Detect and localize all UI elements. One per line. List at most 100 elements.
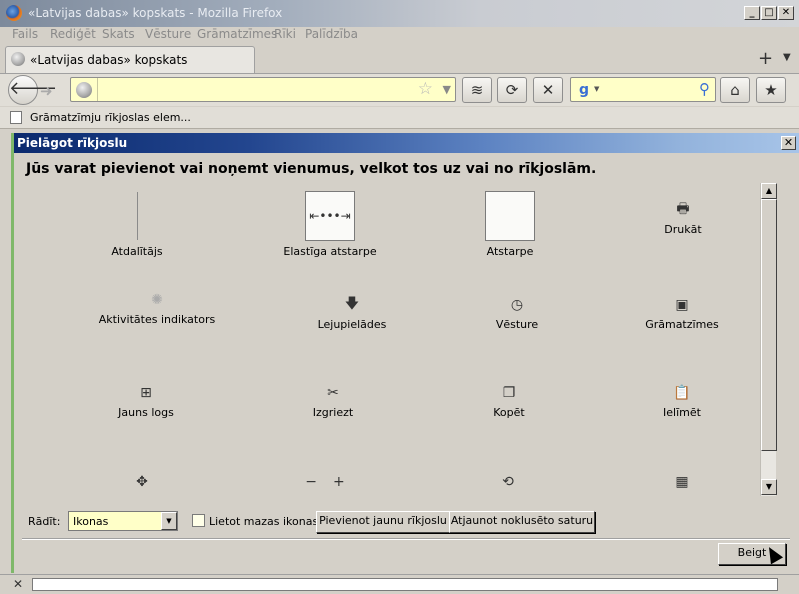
palette-item-label: Kopēt <box>493 406 525 419</box>
restore-defaults-button[interactable]: Atjaunot noklusēto saturu <box>449 511 595 533</box>
urlbar-separator <box>97 78 98 101</box>
window-title: «Latvijas dabas» kopskats - Mozilla Fire… <box>28 6 283 20</box>
home-button[interactable]: ⌂ <box>720 77 750 103</box>
bookmarks-icon: ▣ <box>675 297 689 313</box>
search-icon[interactable]: ⚲ <box>699 80 710 98</box>
palette-item-label: Atdalītājs <box>111 245 163 258</box>
menu-history[interactable]: Vēsture <box>145 27 191 41</box>
cut-icon: ✂ <box>327 385 339 401</box>
bookmark-items-label[interactable]: Grāmatzīmju rīkjoslas elem... <box>30 111 191 124</box>
tab-active[interactable]: «Latvijas dabas» kopskats <box>5 46 255 73</box>
close-findbar-icon[interactable]: ✕ <box>13 577 23 591</box>
dialog-titlebar: Pielāgot rīkjoslu ✕ <box>14 133 799 153</box>
rss-feed-button[interactable]: ≋ <box>462 77 492 103</box>
toolbar-palette: Atdalītājs ⇤•••⇥ Elastīga atstarpe Atsta… <box>24 179 760 495</box>
back-forward-group: 🡐 ➜ <box>8 75 66 105</box>
small-icons-checkbox[interactable] <box>192 514 205 527</box>
add-new-toolbar-button[interactable]: Pievienot jaunu rīkjoslu <box>316 511 450 533</box>
palette-item-flexible-space[interactable]: ⇤•••⇥ Elastīga atstarpe <box>245 191 415 258</box>
zoom-controls-icon: −+ <box>305 474 361 490</box>
new-window-icon: ⊞ <box>140 385 152 401</box>
palette-item-label: Vēsture <box>495 318 539 331</box>
reload-button[interactable]: ⟳ <box>497 77 527 103</box>
palette-item-sync[interactable]: ⟲ <box>423 473 593 491</box>
maximize-button[interactable]: □ <box>761 6 777 20</box>
menu-edit[interactable]: Rediģēt <box>50 27 96 41</box>
fullscreen-icon: ✥ <box>136 474 148 490</box>
palette-item-print[interactable]: 🖶 Drukāt <box>598 201 760 236</box>
menu-bar: Fails Rediģēt Skats Vēsture Grāmatzīmes … <box>0 27 799 46</box>
palette-item-label: Jauns logs <box>118 406 174 419</box>
bookmarks-toolbar: Grāmatzīmju rīkjoslas elem... <box>0 107 799 129</box>
scroll-down-arrow-icon[interactable]: ▼ <box>761 479 777 495</box>
close-window-button[interactable]: ✕ <box>778 6 794 20</box>
palette-item-label: Izgriezt <box>312 406 354 419</box>
menu-view[interactable]: Skats <box>102 27 135 41</box>
menu-tools[interactable]: Rīki <box>274 27 296 41</box>
tab-label: «Latvijas dabas» kopskats <box>30 53 188 67</box>
search-engine-dropdown-icon[interactable]: ▼ <box>594 85 599 93</box>
sync-icon: ⟲ <box>502 474 514 490</box>
stop-button[interactable]: ✕ <box>533 77 563 103</box>
palette-item-separator[interactable]: Atdalītājs <box>52 191 222 258</box>
back-button[interactable]: 🡐 <box>8 75 57 105</box>
globe-icon <box>11 52 25 66</box>
separator-icon <box>136 192 138 240</box>
url-bar[interactable]: ☆ ▼ <box>70 77 456 102</box>
dialog-instruction: Jūs varat pievienot vai noņemt vienumus,… <box>26 161 597 177</box>
palette-item-tab-groups[interactable]: ▦ <box>597 473 760 491</box>
tab-groups-icon: ▦ <box>675 474 689 490</box>
palette-item-paste[interactable]: 📋 Ielīmēt <box>597 384 760 419</box>
throbber-icon: ✺ <box>151 292 163 308</box>
tab-list-icon[interactable]: ▼ <box>783 52 791 63</box>
palette-item-label: Drukāt <box>664 223 702 236</box>
chevron-down-icon[interactable]: ▼ <box>161 512 177 530</box>
customize-toolbar-dialog: Pielāgot rīkjoslu ✕ Jūs varat pievienot … <box>11 133 799 573</box>
palette-item-label: Atstarpe <box>486 245 534 258</box>
window-titlebar: «Latvijas dabas» kopskats - Mozilla Fire… <box>0 0 799 27</box>
forward-button[interactable]: ➜ <box>40 82 53 100</box>
site-identity-icon[interactable] <box>76 82 92 98</box>
palette-item-label: Elastīga atstarpe <box>283 245 377 258</box>
palette-item-new-window[interactable]: ⊞ Jauns logs <box>61 384 231 419</box>
history-icon: ◷ <box>510 297 524 313</box>
show-mode-select[interactable]: Ikonas ▼ <box>68 511 178 531</box>
palette-item-label: Lejupielādes <box>317 318 387 331</box>
flexible-space-icon: ⇤•••⇥ <box>305 191 355 241</box>
palette-item-zoom-controls[interactable]: −+ <box>248 473 418 491</box>
scroll-up-arrow-icon[interactable]: ▲ <box>761 183 777 199</box>
space-icon <box>485 191 535 241</box>
palette-scrollbar[interactable]: ▲ ▼ <box>760 183 777 496</box>
palette-item-fullscreen[interactable]: ✥ <box>57 473 227 491</box>
scroll-thumb[interactable] <box>761 199 777 451</box>
dialog-divider <box>22 538 790 540</box>
palette-item-cut[interactable]: ✂ Izgriezt <box>248 384 418 419</box>
palette-item-history[interactable]: ◷ Vēsture <box>432 296 602 331</box>
copy-icon: ❐ <box>502 385 516 401</box>
palette-item-label: Ielīmēt <box>663 406 701 419</box>
menu-file[interactable]: Fails <box>12 27 38 41</box>
find-bar: ✕ <box>0 574 799 594</box>
palette-item-copy[interactable]: ❐ Kopēt <box>424 384 594 419</box>
show-label: Rādīt: <box>28 515 61 528</box>
search-bar[interactable]: g ▼ ⚲ <box>570 77 716 102</box>
small-icons-label[interactable]: Lietot mazas ikonas <box>209 515 318 528</box>
firefox-icon <box>6 5 22 21</box>
palette-item-bookmarks[interactable]: ▣ Grāmatzīmes <box>597 296 760 331</box>
bookmark-star-icon[interactable]: ☆ <box>418 79 433 99</box>
palette-item-space[interactable]: Atstarpe <box>425 191 595 258</box>
menu-bookmarks[interactable]: Grāmatzīmes <box>197 27 277 41</box>
dialog-close-button[interactable]: ✕ <box>781 136 796 150</box>
find-input[interactable] <box>32 578 778 591</box>
minimize-button[interactable]: _ <box>744 6 760 20</box>
palette-item-downloads[interactable]: 🡇 Lejupielādes <box>267 296 437 331</box>
download-icon: 🡇 <box>344 296 360 312</box>
palette-item-throbber[interactable]: ✺ Aktivitātes indikators <box>72 291 242 326</box>
bookmarks-menu-button[interactable]: ★ <box>756 77 786 103</box>
bookmark-items-icon <box>10 111 22 124</box>
menu-help[interactable]: Palīdzība <box>305 27 358 41</box>
url-history-dropdown-icon[interactable]: ▼ <box>443 83 451 96</box>
new-tab-icon[interactable]: + <box>758 48 773 69</box>
google-icon[interactable]: g <box>575 81 593 99</box>
show-mode-value: Ikonas <box>73 515 109 528</box>
